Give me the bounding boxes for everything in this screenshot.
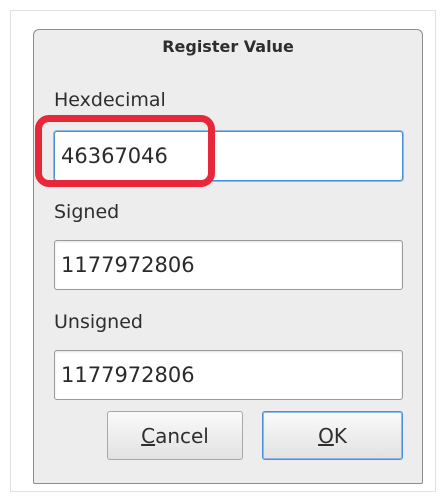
unsigned-label: Unsigned: [54, 311, 143, 333]
unsigned-input[interactable]: [54, 350, 403, 400]
ok-button[interactable]: OK: [262, 411, 403, 460]
hex-label: Hexdecimal: [54, 89, 166, 111]
cancel-button[interactable]: Cancel: [107, 411, 243, 460]
signed-label: Signed: [54, 201, 120, 223]
cancel-mnemonic: C: [141, 423, 156, 448]
ok-label: K: [333, 423, 347, 448]
hex-input[interactable]: [54, 131, 403, 181]
dialog-title: Register Value: [162, 37, 294, 56]
cancel-label: ancel: [155, 423, 209, 448]
signed-input[interactable]: [54, 240, 403, 290]
register-value-dialog: Register Value Hexdecimal Signed Unsigne…: [33, 29, 423, 484]
ok-mnemonic: O: [318, 423, 334, 448]
